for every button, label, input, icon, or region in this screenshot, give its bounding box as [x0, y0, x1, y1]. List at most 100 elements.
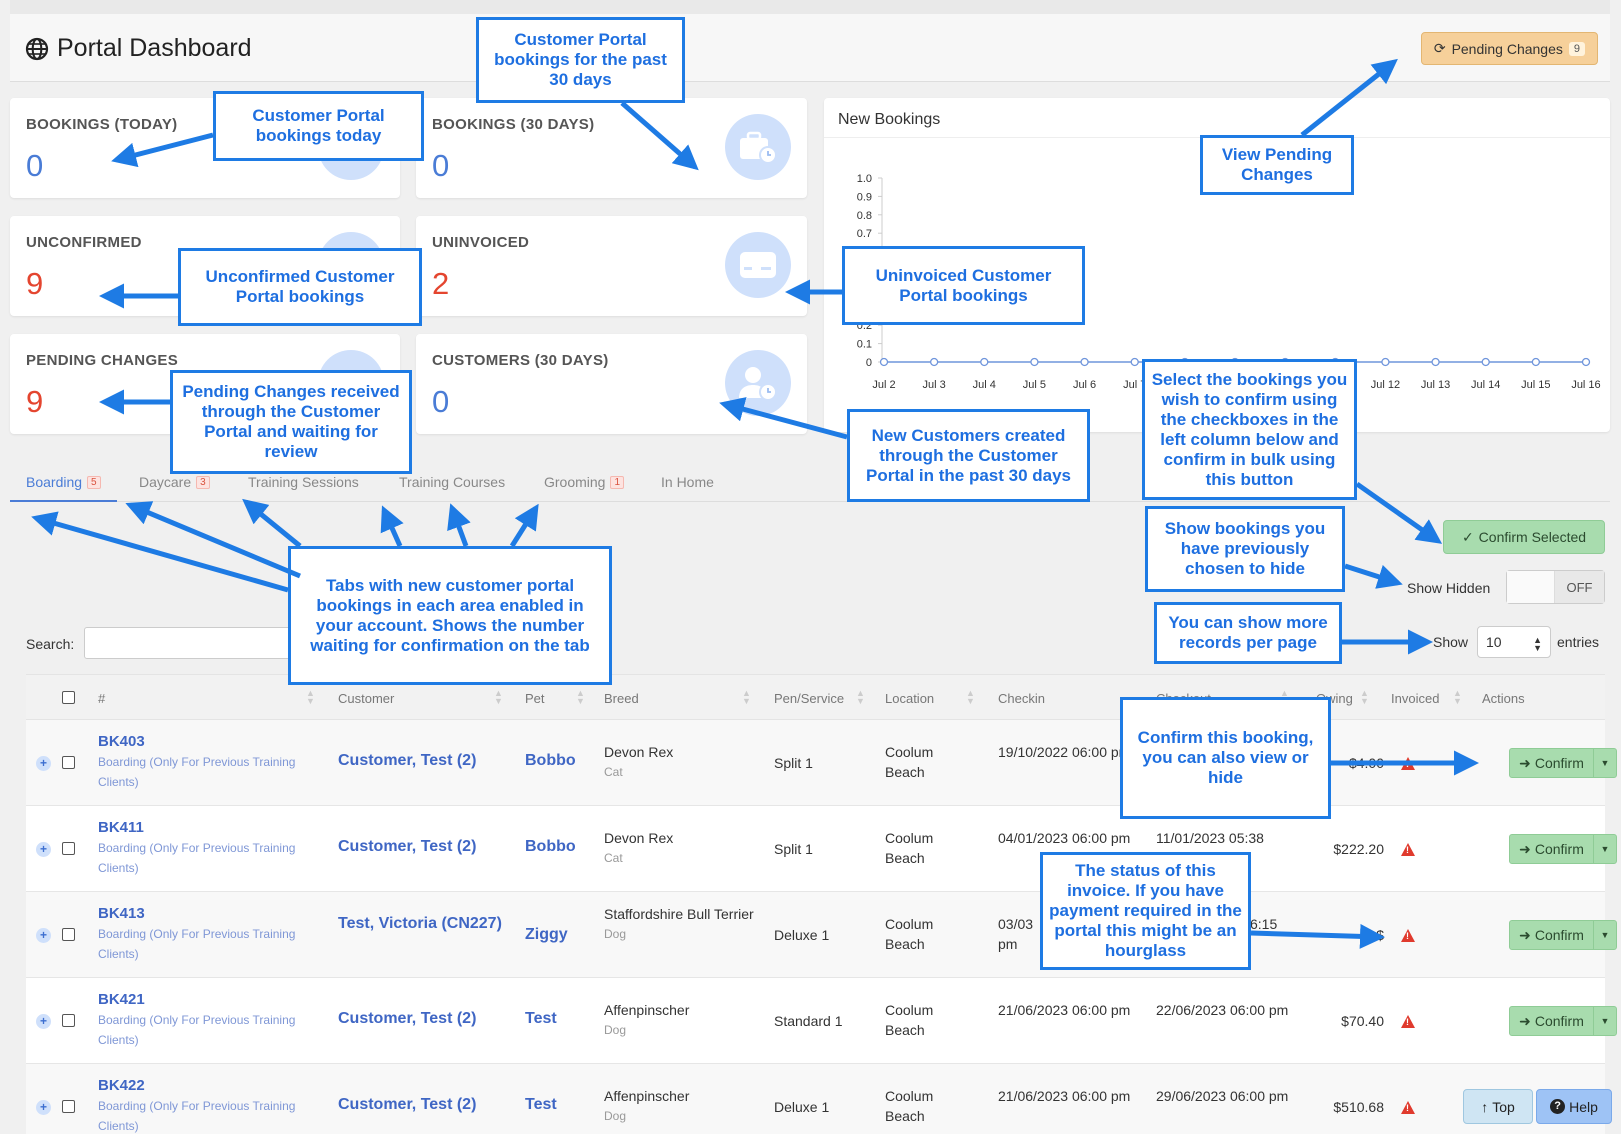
pet-link[interactable]: Bobbo [525, 837, 576, 857]
table-header: # ▲ ▼ Customer ▲ ▼ Pet ▲ ▼ Breed ▲ ▼ Pen/Ser… [26, 674, 1605, 720]
tab-training-sessions[interactable]: Training Sessions [248, 474, 359, 490]
back-to-top-button[interactable]: ↑ Top [1463, 1089, 1533, 1124]
x-tick-label: Jul 13 [1421, 379, 1450, 391]
owing: $70.40 [1341, 1013, 1384, 1029]
booking-id-link[interactable]: BK413 [98, 904, 318, 924]
pet-link[interactable]: Bobbo [525, 751, 576, 771]
pending-changes-label: Pending Changes [1451, 40, 1563, 57]
page-header: Portal Dashboard ⟳ Pending Changes 9 [10, 14, 1610, 82]
confirm-selected-button[interactable]: ✓ Confirm Selected [1443, 520, 1605, 554]
callout-confirm-selected: Select the bookings you wish to confirm … [1142, 359, 1357, 500]
booking-service: Boarding (Only For Previous Training Cli… [98, 1013, 296, 1047]
callout-invoice-status: The status of this invoice. If you have … [1040, 852, 1251, 970]
booking-service: Boarding (Only For Previous Training Cli… [98, 755, 296, 789]
chevron-down-icon[interactable]: ▼ [1594, 835, 1616, 863]
select-all-checkbox[interactable] [62, 691, 75, 704]
species: Dog [604, 1023, 627, 1037]
data-point [1431, 357, 1440, 367]
booking-service: Boarding (Only For Previous Training Cli… [98, 841, 296, 875]
tab-label: Daycare [139, 474, 192, 490]
customer-link[interactable]: Test, Victoria (CN227) [338, 914, 508, 934]
chevron-down-icon[interactable]: ▼ [1594, 749, 1616, 777]
booking-id-link[interactable]: BK421 [98, 990, 318, 1010]
pen-service: Deluxe 1 [774, 1099, 830, 1115]
col-pet[interactable]: Pet [525, 691, 545, 706]
pet-link[interactable]: Test [525, 1009, 557, 1029]
confirm-booking-button[interactable]: ➜ Confirm ▼ [1509, 920, 1617, 950]
row-checkbox[interactable] [62, 842, 75, 855]
entries-per-page-select[interactable]: 10 ▲ ▼ [1477, 626, 1551, 658]
row-checkbox[interactable] [62, 1100, 75, 1113]
sort-icon: ▲▼ [966, 688, 975, 706]
row-checkbox[interactable] [62, 1014, 75, 1027]
entries-value: 10 [1486, 634, 1502, 650]
checkin: 21/06/2023 06:00 pm [998, 1002, 1131, 1018]
checkin: 21/06/2023 06:00 pm [998, 1088, 1131, 1104]
expand-icon[interactable]: + [36, 1014, 51, 1029]
data-point [879, 357, 889, 367]
tab-grooming[interactable]: Grooming 1 [544, 474, 625, 490]
stat-label: UNINVOICED [432, 234, 530, 251]
tab-daycare[interactable]: Daycare 3 [139, 474, 210, 490]
table-row: + BK411 Boarding (Only For Previous Trai… [26, 806, 1617, 892]
data-point [1381, 357, 1390, 367]
booking-service: Boarding (Only For Previous Training Cli… [98, 927, 296, 961]
pending-changes-button[interactable]: ⟳ Pending Changes 9 [1420, 32, 1598, 65]
location: Coolum Beach [885, 744, 934, 780]
help-label: Help [1569, 1098, 1598, 1115]
expand-icon[interactable]: + [36, 928, 51, 943]
booking-id-link[interactable]: BK403 [98, 732, 318, 752]
callout-pending-changes: Pending Changes received through the Cus… [170, 370, 412, 474]
chevron-down-icon[interactable]: ▼ [1594, 1007, 1616, 1035]
chevron-down-icon[interactable]: ▼ [1594, 921, 1616, 949]
help-button[interactable]: ? Help [1536, 1089, 1612, 1124]
show-hidden-toggle[interactable]: OFF [1506, 570, 1605, 604]
row-checkbox[interactable] [62, 928, 75, 941]
callout-tabs: Tabs with new customer portal bookings i… [288, 546, 612, 685]
row-checkbox[interactable] [62, 756, 75, 769]
confirm-booking-button[interactable]: ➜ Confirm ▼ [1509, 834, 1617, 864]
tab-in-home[interactable]: In Home [661, 474, 714, 490]
pet-link[interactable]: Ziggy [525, 925, 568, 945]
y-tick-label: 0.7 [857, 228, 872, 240]
checkout: 29/06/2023 06:00 pm [1156, 1088, 1289, 1104]
confirm-label: Confirm [1534, 927, 1584, 943]
x-tick-label: Jul 4 [973, 379, 996, 391]
callout-view-pending-changes: View Pending Changes [1200, 135, 1354, 195]
expand-icon[interactable]: + [36, 1100, 51, 1115]
customer-link[interactable]: Customer, Test (2) [338, 1095, 508, 1115]
pen-service: Split 1 [774, 841, 813, 857]
customer-link[interactable]: Customer, Test (2) [338, 837, 508, 857]
booking-id-link[interactable]: BK411 [98, 818, 318, 838]
col-breed[interactable]: Breed [604, 691, 639, 706]
stat-customers-30-days: CUSTOMERS (30 DAYS) 0 [416, 334, 807, 434]
location: Coolum Beach [885, 1002, 934, 1038]
col-location[interactable]: Location [885, 691, 934, 706]
pet-link[interactable]: Test [525, 1095, 557, 1115]
expand-icon[interactable]: + [36, 756, 51, 771]
confirm-booking-button[interactable]: ➜ Confirm ▼ [1509, 1006, 1617, 1036]
tab-training-courses[interactable]: Training Courses [399, 474, 505, 490]
customer-link[interactable]: Customer, Test (2) [338, 751, 508, 771]
y-tick-label: 0.9 [857, 191, 872, 203]
col-invoiced[interactable]: Invoiced [1391, 691, 1439, 706]
expand-icon[interactable]: + [36, 842, 51, 857]
search-input[interactable] [84, 627, 294, 659]
tab-boarding[interactable]: Boarding 5 [10, 474, 117, 502]
col-number[interactable]: # [98, 691, 105, 706]
data-point [1080, 357, 1089, 367]
arrow-line [1344, 563, 1403, 589]
stat-label: BOOKINGS (TODAY) [26, 116, 178, 133]
checkin: 03/03 pm [998, 916, 1034, 952]
warning-icon [1401, 843, 1415, 856]
top-strip [10, 0, 1610, 14]
booking-id-link[interactable]: BK422 [98, 1076, 318, 1096]
show-hidden-label: Show Hidden [1407, 580, 1491, 596]
customer-link[interactable]: Customer, Test (2) [338, 1009, 508, 1029]
col-customer[interactable]: Customer [338, 691, 394, 706]
col-checkin[interactable]: Checkin [998, 691, 1045, 706]
col-pen-service[interactable]: Pen/Service [774, 691, 844, 706]
pen-service: Split 1 [774, 755, 813, 771]
confirm-booking-button[interactable]: ➜ Confirm ▼ [1509, 748, 1617, 778]
confirm-label: Confirm [1534, 755, 1584, 771]
